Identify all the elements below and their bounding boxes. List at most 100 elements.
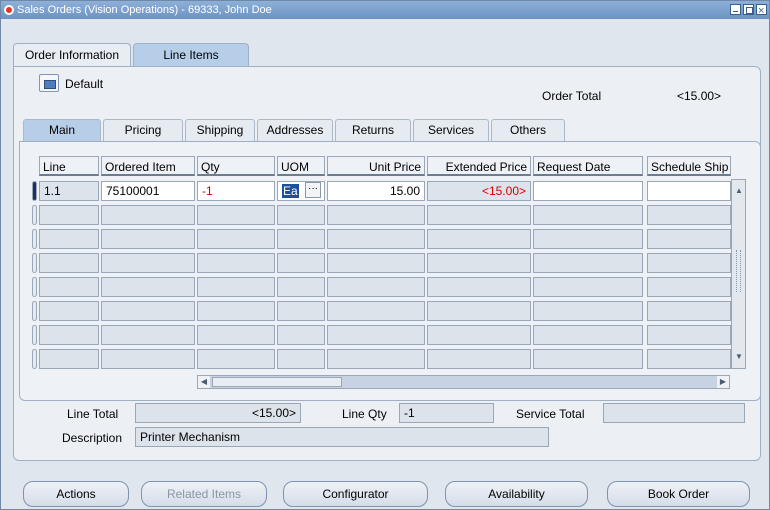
- qty-cell[interactable]: -1: [197, 181, 275, 201]
- table-horizontal-scrollbar[interactable]: ◀ ▶: [197, 375, 730, 389]
- table-cell[interactable]: [327, 301, 425, 321]
- table-cell[interactable]: [427, 205, 531, 225]
- table-cell[interactable]: [101, 325, 195, 345]
- tab-line-items[interactable]: Line Items: [133, 43, 249, 67]
- column-header-uom[interactable]: UOM: [277, 156, 325, 176]
- table-vertical-scrollbar[interactable]: ▲ ▼: [731, 179, 746, 369]
- table-cell[interactable]: [647, 277, 731, 297]
- table-cell[interactable]: [427, 325, 531, 345]
- table-cell[interactable]: [647, 325, 731, 345]
- table-cell[interactable]: [39, 253, 99, 273]
- table-cell[interactable]: [327, 253, 425, 273]
- table-cell[interactable]: [533, 205, 643, 225]
- table-cell[interactable]: [327, 277, 425, 297]
- table-cell[interactable]: [327, 349, 425, 369]
- row-indicator[interactable]: [32, 325, 37, 345]
- table-cell[interactable]: [39, 325, 99, 345]
- table-cell[interactable]: [277, 301, 325, 321]
- table-cell[interactable]: [277, 277, 325, 297]
- table-cell[interactable]: [39, 349, 99, 369]
- table-cell[interactable]: [533, 325, 643, 345]
- maximize-icon[interactable]: [743, 4, 754, 15]
- table-cell[interactable]: [101, 205, 195, 225]
- table-cell[interactable]: [427, 277, 531, 297]
- table-cell[interactable]: [197, 205, 275, 225]
- table-cell[interactable]: [427, 301, 531, 321]
- table-cell[interactable]: [533, 301, 643, 321]
- table-cell[interactable]: [277, 253, 325, 273]
- current-row-indicator[interactable]: [32, 181, 37, 201]
- table-cell[interactable]: [427, 349, 531, 369]
- tab-services[interactable]: Services: [413, 119, 489, 141]
- table-cell[interactable]: [101, 301, 195, 321]
- schedule-ship-cell[interactable]: [647, 181, 731, 201]
- column-header-line[interactable]: Line: [39, 156, 99, 176]
- table-cell[interactable]: [647, 253, 731, 273]
- table-cell[interactable]: [197, 349, 275, 369]
- table-cell[interactable]: [39, 277, 99, 297]
- table-cell[interactable]: [101, 349, 195, 369]
- table-cell[interactable]: [427, 253, 531, 273]
- table-cell[interactable]: [197, 325, 275, 345]
- tab-main[interactable]: Main: [23, 119, 101, 141]
- table-cell[interactable]: [39, 205, 99, 225]
- table-cell[interactable]: [327, 229, 425, 249]
- table-cell[interactable]: [197, 277, 275, 297]
- table-cell[interactable]: [197, 253, 275, 273]
- row-indicator[interactable]: [32, 253, 37, 273]
- uom-list-of-values-button[interactable]: ···: [305, 182, 321, 198]
- table-cell[interactable]: [647, 205, 731, 225]
- table-cell[interactable]: [197, 229, 275, 249]
- scroll-grip-icon[interactable]: [736, 250, 741, 292]
- tab-addresses[interactable]: Addresses: [257, 119, 333, 141]
- table-cell[interactable]: [533, 229, 643, 249]
- scroll-thumb[interactable]: [212, 377, 342, 387]
- table-cell[interactable]: [327, 205, 425, 225]
- scroll-right-icon[interactable]: ▶: [717, 376, 729, 388]
- table-cell[interactable]: [647, 301, 731, 321]
- table-cell[interactable]: [647, 349, 731, 369]
- scroll-up-icon[interactable]: ▲: [734, 186, 744, 196]
- book-order-button[interactable]: Book Order: [607, 481, 750, 507]
- related-items-button[interactable]: Related Items: [141, 481, 267, 507]
- tab-others[interactable]: Others: [491, 119, 565, 141]
- table-cell[interactable]: [197, 301, 275, 321]
- request-date-cell[interactable]: [533, 181, 643, 201]
- default-folder-icon[interactable]: [39, 74, 59, 92]
- table-cell[interactable]: [647, 229, 731, 249]
- tab-returns[interactable]: Returns: [335, 119, 411, 141]
- table-cell[interactable]: [327, 325, 425, 345]
- table-cell[interactable]: [101, 253, 195, 273]
- column-header-extended-price[interactable]: Extended Price: [427, 156, 531, 176]
- table-cell[interactable]: [277, 325, 325, 345]
- table-cell[interactable]: [277, 349, 325, 369]
- scroll-left-icon[interactable]: ◀: [198, 376, 210, 388]
- row-indicator[interactable]: [32, 205, 37, 225]
- tab-pricing[interactable]: Pricing: [103, 119, 183, 141]
- row-indicator[interactable]: [32, 349, 37, 369]
- row-indicator[interactable]: [32, 229, 37, 249]
- title-bar[interactable]: Sales Orders (Vision Operations) - 69333…: [1, 1, 769, 20]
- table-cell[interactable]: [101, 277, 195, 297]
- tab-order-information[interactable]: Order Information: [13, 43, 131, 67]
- table-cell[interactable]: [427, 229, 531, 249]
- row-indicator[interactable]: [32, 277, 37, 297]
- table-cell[interactable]: [277, 205, 325, 225]
- unit-price-cell[interactable]: 15.00: [327, 181, 425, 201]
- column-header-unit-price[interactable]: Unit Price: [327, 156, 425, 176]
- tab-shipping[interactable]: Shipping: [185, 119, 255, 141]
- table-cell[interactable]: [533, 349, 643, 369]
- ordered-item-cell[interactable]: 75100001: [101, 181, 195, 201]
- column-header-schedule-ship[interactable]: Schedule Ship: [647, 156, 731, 176]
- scroll-down-icon[interactable]: ▼: [734, 352, 744, 362]
- table-cell[interactable]: [277, 229, 325, 249]
- availability-button[interactable]: Availability: [445, 481, 588, 507]
- actions-button[interactable]: Actions: [23, 481, 129, 507]
- table-cell[interactable]: [533, 277, 643, 297]
- table-cell[interactable]: [533, 253, 643, 273]
- column-header-ordered-item[interactable]: Ordered Item: [101, 156, 195, 176]
- table-cell[interactable]: [39, 229, 99, 249]
- table-cell[interactable]: [101, 229, 195, 249]
- column-header-qty[interactable]: Qty: [197, 156, 275, 176]
- row-indicator[interactable]: [32, 301, 37, 321]
